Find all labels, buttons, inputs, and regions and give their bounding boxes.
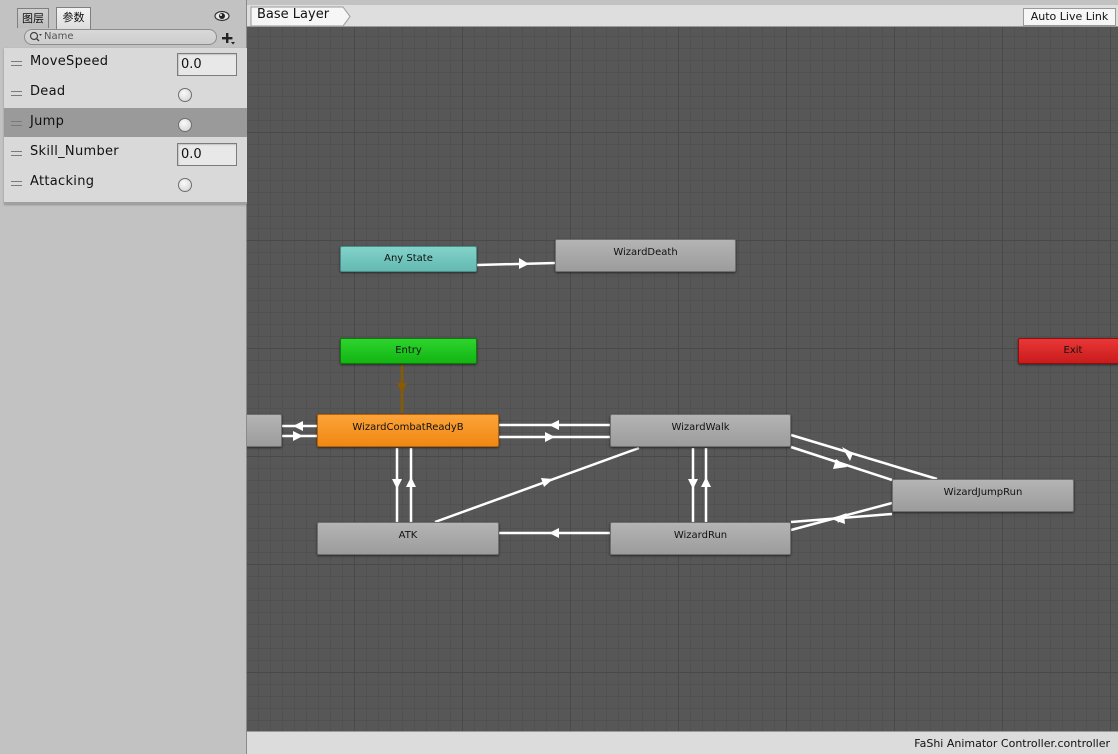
state-exit[interactable]: Exit (1018, 338, 1118, 364)
search-icon (29, 31, 42, 42)
state-wizard-run[interactable]: WizardRun (610, 522, 791, 555)
state-any-state[interactable]: Any State (340, 246, 477, 272)
state-label: WizardCombatReadyB (352, 422, 464, 433)
transition-anystate-to-death[interactable] (476, 261, 556, 267)
parameter-list: MoveSpeed 0.0 Dead Jump Skill_Number 0.0… (4, 48, 247, 204)
tab-layers[interactable]: 图层 (17, 8, 49, 28)
state-label: WizardRun (673, 530, 728, 541)
parameter-row-movespeed[interactable]: MoveSpeed 0.0 (4, 48, 247, 77)
status-bar: FaShi Animator Controller.controller (247, 731, 1118, 754)
state-label: Any State (384, 253, 433, 264)
skill-number-value-field[interactable]: 0.0 (177, 143, 237, 166)
parameter-name: Skill_Number (30, 144, 119, 159)
tab-parameters[interactable]: 参数 (56, 7, 91, 29)
parameter-name: Dead (30, 84, 66, 99)
attacking-bool-toggle[interactable] (178, 178, 192, 192)
animator-window: 图层 参数 Name MoveSpeed 0.0 Dead Jump Skill… (0, 0, 1118, 754)
transition-layer (282, 258, 938, 538)
state-label: WizardWalk (671, 422, 730, 433)
parameter-name: Jump (30, 114, 65, 129)
transition-atk-to-walk[interactable] (434, 446, 640, 524)
breadcrumb-base-layer[interactable]: Base Layer (257, 7, 329, 22)
state-wizard-combat-ready[interactable]: WizardCombatReadyB (317, 414, 499, 447)
parameter-row-skill-number[interactable]: Skill_Number 0.0 (4, 138, 247, 167)
state-wizard-death[interactable]: WizardDeath (555, 239, 736, 272)
state-offscreen-left[interactable] (247, 414, 282, 447)
search-placeholder: Name (44, 31, 74, 42)
state-entry[interactable]: Entry (340, 338, 477, 364)
eye-icon[interactable] (214, 10, 230, 22)
drag-handle-icon[interactable] (11, 121, 22, 126)
state-wizard-walk[interactable]: WizardWalk (610, 414, 791, 447)
drag-handle-icon[interactable] (11, 181, 22, 186)
drag-handle-icon[interactable] (11, 61, 22, 66)
drag-handle-icon[interactable] (11, 91, 22, 96)
dead-bool-toggle[interactable] (178, 88, 192, 102)
state-atk[interactable]: ATK (317, 522, 499, 555)
state-label: WizardDeath (613, 247, 678, 258)
state-label: Entry (395, 345, 422, 356)
parameter-name: Attacking (30, 174, 95, 189)
state-label: ATK (398, 530, 418, 541)
state-label: Exit (1063, 345, 1083, 356)
state-machine-graph[interactable]: Any State WizardDeath Entry Exit WizardC… (247, 27, 1118, 731)
parameter-name: MoveSpeed (30, 54, 109, 69)
add-parameter-icon[interactable] (221, 31, 235, 45)
controller-file-name: FaShi Animator Controller.controller (914, 737, 1110, 750)
auto-live-link-button[interactable]: Auto Live Link (1023, 8, 1116, 26)
state-wizard-jump-run[interactable]: WizardJumpRun (892, 479, 1074, 512)
search-input[interactable]: Name (24, 29, 217, 45)
graph-toolbar: Base Layer Auto Live Link (247, 5, 1118, 27)
parameter-row-dead[interactable]: Dead (4, 78, 247, 107)
jump-trigger-toggle[interactable] (178, 118, 192, 132)
transition-jumprun-to-walk[interactable] (790, 433, 938, 481)
search-row: Name (0, 27, 247, 49)
movespeed-value-field[interactable]: 0.0 (177, 53, 237, 76)
state-label: WizardJumpRun (943, 487, 1023, 498)
drag-handle-icon[interactable] (11, 151, 22, 156)
parameter-row-jump[interactable]: Jump (4, 108, 247, 137)
parameter-row-attacking[interactable]: Attacking (4, 168, 247, 197)
panel-tabbar: 图层 参数 (0, 5, 247, 29)
parameters-panel: 图层 参数 Name MoveSpeed 0.0 Dead Jump Skill… (0, 0, 247, 754)
